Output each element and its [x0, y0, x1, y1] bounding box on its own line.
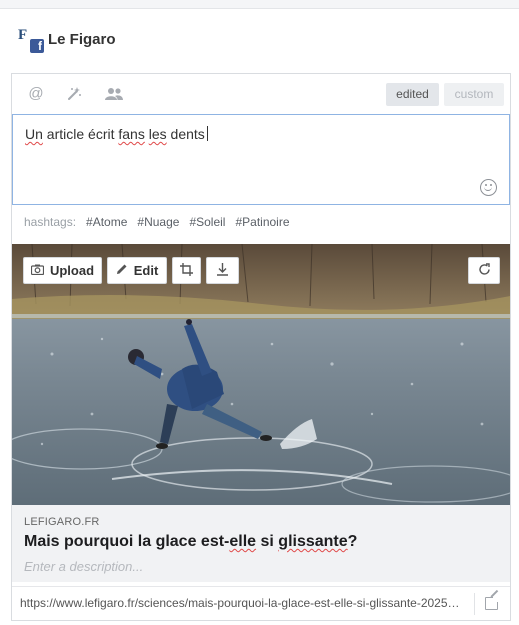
magic-wand-icon[interactable] — [64, 84, 84, 104]
edit-button[interactable]: Edit — [107, 257, 167, 284]
hashtags-label: hashtags: — [24, 215, 77, 229]
at-icon[interactable]: @ — [26, 84, 46, 104]
url-field[interactable]: https://www.lefigaro.fr/sciences/mais-po… — [20, 596, 464, 610]
users-icon[interactable] — [104, 84, 124, 104]
crop-icon — [180, 262, 193, 279]
refresh-button[interactable] — [468, 257, 500, 284]
refresh-icon — [478, 262, 491, 279]
external-link-icon[interactable] — [485, 595, 500, 610]
download-icon — [216, 262, 229, 279]
composer-toolbar: @ edited custom — [12, 74, 510, 114]
camera-icon — [30, 263, 45, 278]
profile-header: F f Le Figaro — [18, 27, 116, 53]
post-card: F f Le Figaro @ edited custom Un article… — [0, 8, 519, 625]
hashtag-item[interactable]: #Atome — [86, 215, 127, 229]
hashtag-item[interactable]: #Nuage — [137, 215, 179, 229]
link-description-input[interactable]: Enter a description... — [24, 559, 143, 574]
link-preview-image: Upload Edit — [12, 244, 510, 505]
link-headline[interactable]: Mais pourquoi la glace est-elle si gliss… — [24, 533, 357, 551]
profile-name: Le Figaro — [48, 30, 116, 48]
url-bar: https://www.lefigaro.fr/sciences/mais-po… — [12, 586, 510, 620]
link-preview-meta: LEFIGARO.FR Mais pourquoi la glace est-e… — [12, 505, 510, 582]
message-textarea[interactable]: Un article écrit fans les dents — [12, 114, 510, 205]
hashtag-item[interactable]: #Soleil — [189, 215, 225, 229]
url-divider — [474, 593, 475, 615]
link-domain: LEFIGARO.FR — [24, 516, 100, 528]
crop-button[interactable] — [172, 257, 201, 284]
tab-edited[interactable]: edited — [386, 83, 439, 106]
hashtag-item[interactable]: #Patinoire — [235, 215, 289, 229]
tab-custom[interactable]: custom — [444, 83, 504, 106]
hashtags-row: hashtags: #Atome #Nuage #Soleil #Patinoi… — [24, 215, 290, 229]
profile-avatar: F f — [18, 27, 44, 53]
download-button[interactable] — [206, 257, 239, 284]
composer: @ edited custom Un article écrit fans le… — [11, 73, 511, 621]
upload-button[interactable]: Upload — [23, 257, 102, 284]
facebook-icon: f — [30, 39, 44, 53]
pencil-icon — [116, 263, 128, 278]
emoji-icon[interactable] — [480, 179, 497, 196]
text-caret — [206, 126, 208, 141]
message-text: Un article écrit fans les dents — [25, 126, 208, 142]
